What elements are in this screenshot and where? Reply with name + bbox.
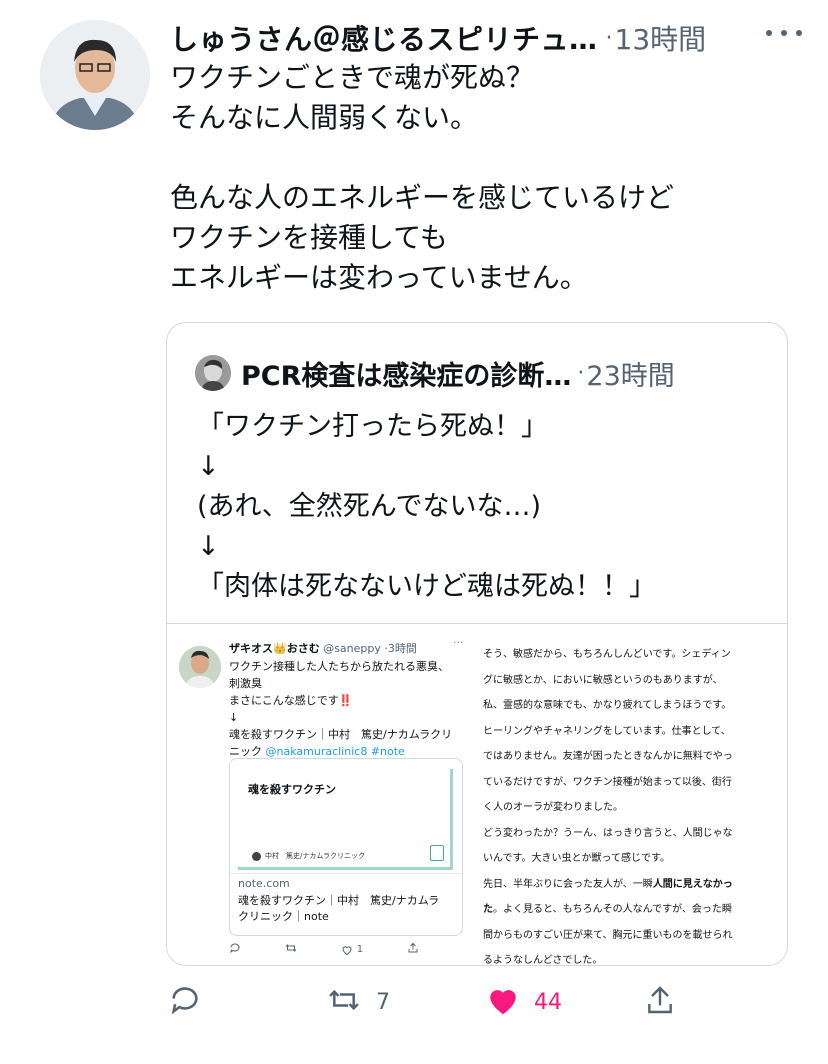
tweet-line: エネルギーは変わっていません。 [170, 261, 588, 294]
embedded-share-icon [407, 942, 419, 957]
embedded-like-count: 1 [356, 944, 364, 955]
quoted-line: 「肉体は死なないけど魂は死ぬ！！」 [197, 571, 656, 602]
like-icon [486, 984, 520, 1020]
embedded-line: ↓ [229, 711, 239, 724]
tweet-text: ワクチンごときで魂が死ぬ？ そんなに人間弱くない。 色んな人のエネルギーを感じて… [170, 58, 790, 298]
note-icon [430, 845, 444, 861]
quoted-line: ↓ [197, 531, 220, 562]
article-line: グに敏感とか、においに敏感というのもありますが、 [483, 674, 723, 686]
embedded-card-domain: note.com [238, 877, 290, 890]
embedded-line: まさにこんな感じです‼️ [229, 694, 353, 707]
quoted-line: 「ワクチン打ったら死ぬ！」 [197, 411, 548, 442]
embedded-card-title: 魂を殺すワクチン [248, 783, 336, 796]
retweet-count: 7 [376, 989, 390, 1015]
tweet-line: ワクチンを接種しても [170, 221, 448, 254]
like-count: 44 [534, 989, 562, 1015]
screenshot-tweet-image: ザキオス👑おさむ @saneppy ·3時間 ··· ワクチン接種した人たちから… [167, 624, 474, 965]
article-line: ヒーリングやチャネリングをしています。仕事として、 [483, 725, 731, 737]
tweet-header: しゅうさん＠感じるスピリチュ… · 13時間 [170, 18, 810, 58]
reply-icon [168, 983, 202, 1021]
tweet-line: ワクチンごときで魂が死ぬ？ [170, 61, 535, 94]
article-text: そう、敏感だから、もちろんしんどいです。シェディン グに敏感とか、においに敏感と… [483, 642, 783, 966]
article-line: く人のオーラが変わりました。 [483, 802, 623, 813]
retweet-button[interactable]: 7 [326, 982, 390, 1022]
quoted-line: (あれ、全然死んでないな…) [197, 491, 541, 522]
embedded-header: ザキオス👑おさむ @saneppy ·3時間 [229, 640, 417, 656]
separator-dot: · [577, 360, 585, 386]
embedded-like: 1 [341, 942, 363, 957]
embedded-avatar [179, 646, 221, 688]
share-icon [644, 983, 676, 1021]
tweet-timestamp[interactable]: 13時間 [615, 18, 707, 58]
share-button[interactable] [644, 982, 676, 1022]
embedded-card-byline: 中村 篤史/ナカムラクリニック [252, 851, 365, 861]
embedded-link-card: 魂を殺すワクチン 中村 篤史/ナカムラクリニック note.com 魂を殺すワク… [229, 758, 463, 936]
article-line: た。よく見ると、もちろんその人なんですが、会った瞬 [483, 904, 732, 915]
quoted-timestamp: 23時間 [586, 360, 675, 392]
article-line: ではありません。友達が困ったときなんかに無料でやっ [483, 751, 733, 762]
quoted-media[interactable]: ザキオス👑おさむ @saneppy ·3時間 ··· ワクチン接種した人たちから… [167, 623, 787, 966]
author-name[interactable]: しゅうさん＠感じるスピリチュ… [170, 18, 598, 58]
quoted-text: 「ワクチン打ったら死ぬ！」 ↓ (あれ、全然死んでないな…) ↓ 「肉体は死なな… [197, 407, 777, 607]
article-line: そう、敏感だから、もちろんしんどいです。シェディン [483, 649, 731, 660]
embedded-handle: @saneppy [323, 642, 381, 655]
article-line: ているだけですが、ワクチン接種が始まって以後、街行 [483, 776, 732, 788]
embedded-link-prefix: ニック [229, 745, 266, 758]
retweet-icon [326, 983, 362, 1021]
tweet-line: 色んな人のエネルギーを感じているけど [170, 181, 675, 214]
article-line: 先日、半年ぶりに会った友人が、一瞬人間に見えなかっ [483, 878, 733, 890]
author-avatar[interactable] [40, 20, 150, 130]
separator-dot: · [605, 25, 613, 51]
like-button[interactable]: 44 [486, 982, 562, 1022]
embedded-reply-icon [229, 942, 241, 957]
reply-button[interactable] [168, 982, 202, 1022]
embedded-line: ワクチン接種した人たちから放たれる悪臭、 [229, 660, 449, 673]
article-line: いんです。大きい虫とか獣って感じです。 [483, 853, 670, 864]
article-line: るようなしんどさでした。 [483, 955, 603, 966]
embedded-time: ·3時間 [384, 642, 417, 655]
embedded-name: ザキオス👑おさむ [229, 642, 320, 655]
tweet-line: そんなに人間弱くない。 [170, 101, 479, 134]
embedded-line: 刺激臭 [229, 677, 262, 690]
more-options-icon[interactable] [766, 30, 802, 44]
article-line: どう変わったか？うーん、はっきり言うと、人間じゃな [483, 827, 733, 839]
tweet-line [170, 138, 790, 178]
embedded-link: @nakamuraclinic8 #note [265, 745, 405, 758]
tweet-actions: 7 44 [168, 982, 688, 1022]
quoted-line: ↓ [197, 451, 220, 482]
quoted-avatar [195, 355, 231, 391]
article-line: 私、霊感的な意味でも、かなり疲れてしまうほうです。 [483, 700, 732, 711]
article-line: 間からものすごい圧が来て、胸元に重いものを載せられ [483, 929, 733, 941]
embedded-retweet-icon [285, 942, 297, 957]
quoted-header: PCR検査は感染症の診断… · 23時間 [195, 353, 675, 393]
embedded-card-image: 魂を殺すワクチン 中村 篤史/ナカムラクリニック [230, 759, 462, 874]
quoted-author-name[interactable]: PCR検査は感染症の診断… [241, 354, 571, 393]
embedded-line: 魂を殺すワクチン｜中村 篤史/ナカムラクリ [229, 728, 453, 741]
screenshot-article-image: そう、敏感だから、もちろんしんどいです。シェディン グに敏感とか、においに敏感と… [473, 624, 787, 966]
quoted-tweet[interactable]: PCR検査は感染症の診断… · 23時間 「ワクチン打ったら死ぬ！」 ↓ (あれ… [166, 322, 788, 966]
embedded-actions: 1 [229, 942, 419, 957]
embedded-more-icon: ··· [453, 636, 464, 649]
embedded-text: ワクチン接種した人たちから放たれる悪臭、 刺激臭 まさにこんな感じです‼️ ↓ … [229, 658, 465, 760]
embedded-card-description: 魂を殺すワクチン｜中村 篤史/ナカムラ クリニック｜note [238, 894, 440, 923]
